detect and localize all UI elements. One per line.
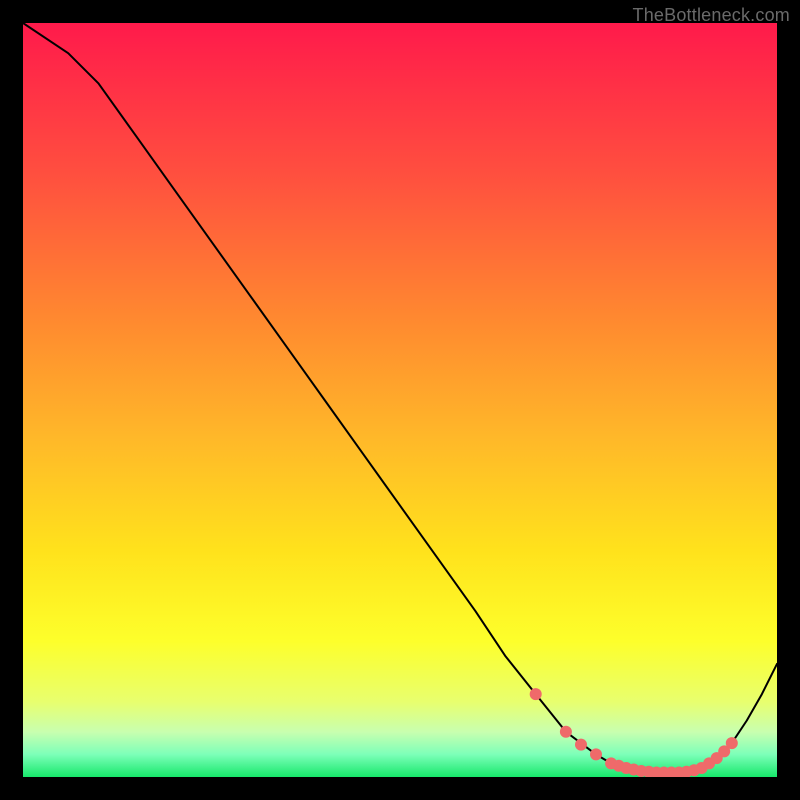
plot-area xyxy=(23,23,777,777)
chart-svg xyxy=(23,23,777,777)
data-marker xyxy=(530,688,542,700)
data-marker xyxy=(590,748,602,760)
data-marker xyxy=(726,737,738,749)
data-marker xyxy=(575,739,587,751)
chart-frame: TheBottleneck.com xyxy=(0,0,800,800)
data-marker xyxy=(560,726,572,738)
